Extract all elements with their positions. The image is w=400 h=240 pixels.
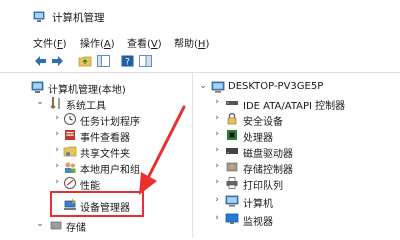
chevron-right-icon[interactable]: › <box>53 145 61 155</box>
security-device-icon <box>227 112 237 125</box>
device-category-label: 存储控制器 <box>243 165 293 176</box>
shared-folder-icon <box>63 146 77 157</box>
up-folder-icon[interactable] <box>78 54 93 68</box>
tree-item-label: 任务计划程序 <box>80 117 140 128</box>
device-category-security[interactable]: › 安全设备 <box>193 111 400 128</box>
ide-controller-icon <box>226 101 238 105</box>
tree-item-storage[interactable]: ⌄ 存储 <box>0 217 192 234</box>
tree-item-label: 共享文件夹 <box>80 149 130 160</box>
menu-help-label: 帮助( <box>174 39 198 50</box>
device-category-label: 打印队列 <box>243 181 283 192</box>
device-category-label: 监视器 <box>243 217 273 228</box>
highlight-box <box>50 191 144 217</box>
menu-action[interactable]: 操作(A) <box>80 35 115 50</box>
storage-icon <box>50 221 62 230</box>
device-category-label: 处理器 <box>243 133 273 144</box>
tree-root-label: 计算机管理(本地) <box>48 85 126 96</box>
menu-file[interactable]: 文件(F) <box>33 35 67 50</box>
device-category-print-queue[interactable]: › 打印队列 <box>193 175 400 192</box>
menu-bar: 文件(F) 操作(A) 查看(V) 帮助(H) <box>0 31 400 50</box>
chevron-right-icon[interactable]: › <box>213 213 221 223</box>
processor-icon <box>227 130 237 140</box>
storage-controller-icon <box>226 162 238 172</box>
chevron-right-icon[interactable]: › <box>213 97 221 107</box>
help-icon[interactable]: ? <box>120 54 135 68</box>
device-category-monitor[interactable]: › 监视器 <box>193 211 400 228</box>
tree-item-label: 系统工具 <box>66 101 106 112</box>
back-arrow-icon[interactable] <box>33 54 48 68</box>
performance-icon <box>64 177 76 189</box>
chevron-down-icon[interactable]: ⌄ <box>36 219 44 229</box>
device-category-processor[interactable]: › 处理器 <box>193 127 400 144</box>
tree-item-event-viewer[interactable]: › 事件查看器 <box>0 127 192 144</box>
menu-action-end: ) <box>110 39 115 50</box>
tree-item-label: 性能 <box>80 181 100 192</box>
computer-management-icon <box>31 81 44 93</box>
printer-icon <box>226 177 238 189</box>
device-category-computer[interactable]: › 计算机 <box>193 193 400 210</box>
event-viewer-icon <box>65 130 75 140</box>
computer-management-icon <box>33 11 45 22</box>
device-tree-root[interactable]: ⌄ DESKTOP-PV3GE5P <box>193 79 400 95</box>
tree-item-label: 本地用户和组 <box>80 165 140 176</box>
menu-action-label: 操作( <box>80 39 104 50</box>
chevron-right-icon[interactable]: › <box>213 177 221 187</box>
chevron-right-icon[interactable]: › <box>53 161 61 171</box>
tree-item-label: 事件查看器 <box>80 133 130 144</box>
chevron-right-icon[interactable]: › <box>53 177 61 187</box>
menu-action-key: A <box>103 39 111 50</box>
chevron-right-icon[interactable]: › <box>213 129 221 139</box>
tree-item-performance[interactable]: › 性能 <box>0 175 192 192</box>
window-title: 计算机管理 <box>52 12 105 24</box>
show-hide-tree-icon[interactable] <box>96 54 111 68</box>
system-tools-icon <box>50 97 60 109</box>
tree-root-computer-management[interactable]: 计算机管理(本地) <box>0 79 192 96</box>
toolbar: ? <box>0 50 400 73</box>
tree-item-label: 存储 <box>66 223 86 234</box>
chevron-right-icon[interactable]: › <box>213 113 221 123</box>
menu-view-label: 查看( <box>127 39 151 50</box>
device-tree-pane: ⌄ DESKTOP-PV3GE5P › IDE ATA/ATAPI 控制器 › … <box>193 73 400 238</box>
clock-icon <box>64 113 76 125</box>
device-category-ide[interactable]: › IDE ATA/ATAPI 控制器 <box>193 95 400 112</box>
menu-view-key: V <box>150 39 158 50</box>
monitor-icon <box>225 213 239 224</box>
device-category-storage-controller[interactable]: › 存储控制器 <box>193 159 400 176</box>
forward-arrow-icon[interactable] <box>50 54 65 68</box>
tree-item-task-scheduler[interactable]: › 任务计划程序 <box>0 111 192 128</box>
users-icon <box>65 162 76 173</box>
tree-item-shared-folders[interactable]: › 共享文件夹 <box>0 143 192 160</box>
chevron-right-icon[interactable]: › <box>213 161 221 171</box>
chevron-right-icon[interactable]: › <box>53 129 61 139</box>
menu-file-end: ) <box>62 39 67 50</box>
chevron-right-icon[interactable]: › <box>213 195 221 205</box>
menu-view-end: ) <box>157 39 162 50</box>
chevron-down-icon[interactable]: ⌄ <box>36 97 44 107</box>
menu-view[interactable]: 查看(V) <box>127 35 162 50</box>
menu-help[interactable]: 帮助(H) <box>174 35 209 50</box>
properties-pane-icon[interactable] <box>138 54 153 68</box>
menu-file-label: 文件( <box>33 39 57 50</box>
chevron-right-icon[interactable]: › <box>53 113 61 123</box>
svg-text:?: ? <box>125 58 130 68</box>
chevron-right-icon[interactable]: › <box>213 145 221 155</box>
computer-icon <box>225 195 239 207</box>
device-category-label: IDE ATA/ATAPI 控制器 <box>243 101 346 112</box>
device-category-label: 磁盘驱动器 <box>243 149 293 160</box>
chevron-down-icon[interactable]: ⌄ <box>199 81 207 91</box>
device-category-label: 安全设备 <box>243 117 283 128</box>
tree-item-local-users-groups[interactable]: › 本地用户和组 <box>0 159 192 176</box>
menu-help-end: ) <box>205 39 210 50</box>
device-tree-root-label: DESKTOP-PV3GE5P <box>228 81 324 92</box>
disk-drive-icon <box>226 148 238 154</box>
device-category-disk[interactable]: › 磁盘驱动器 <box>193 143 400 160</box>
tree-item-system-tools[interactable]: ⌄ 系统工具 <box>0 95 192 112</box>
device-category-label: 计算机 <box>243 199 273 210</box>
title-bar: 计算机管理 <box>0 0 400 30</box>
computer-icon <box>211 81 225 93</box>
